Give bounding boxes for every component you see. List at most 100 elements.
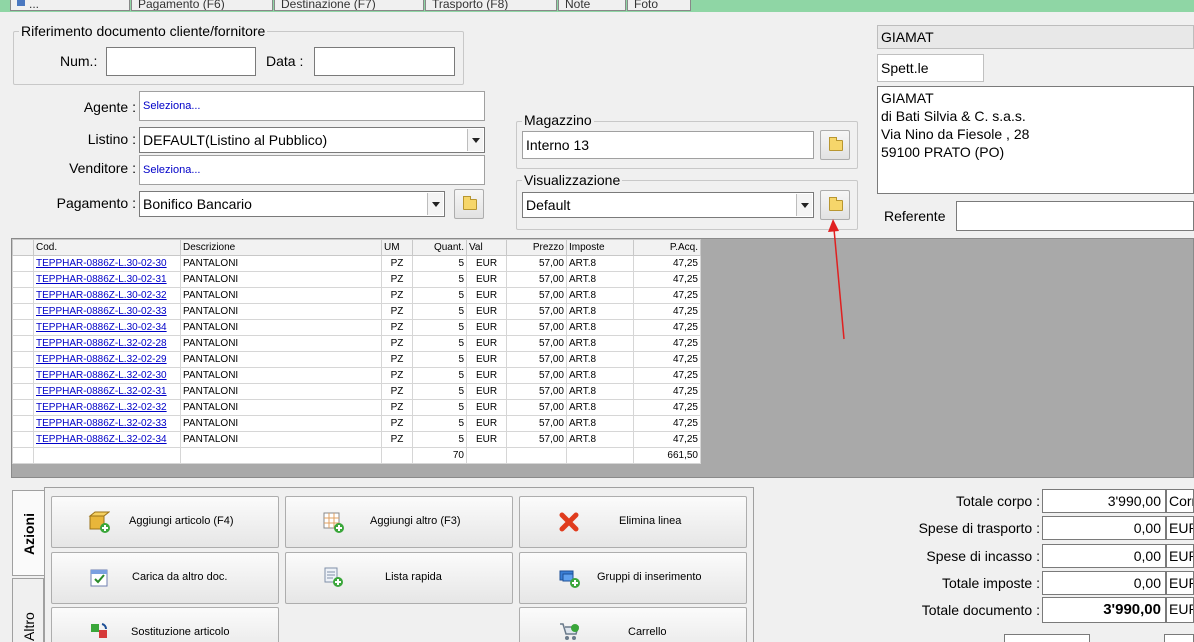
cell-cod[interactable]: TEPPHAR-0886Z-L.32-02-28: [33, 335, 181, 352]
tab-note[interactable]: Note: [558, 0, 626, 11]
insert-groups-button[interactable]: Gruppi di inserimento: [519, 552, 747, 604]
totale-documento-value: 3'990,00: [1042, 597, 1166, 623]
cell-cod[interactable]: TEPPHAR-0886Z-L.30-02-31: [33, 271, 181, 288]
salutation-field[interactable]: Spett.le: [877, 54, 984, 82]
tab-azioni[interactable]: Azioni: [12, 490, 44, 576]
cell-cod[interactable]: TEPPHAR-0886Z-L.30-02-32: [33, 287, 181, 304]
row-selector[interactable]: [12, 303, 34, 320]
chevron-down-icon[interactable]: [796, 194, 812, 216]
table-row[interactable]: TEPPHAR-0886Z-L.30-02-31 PANTALONI PZ 5 EUR 5…: [12, 271, 701, 288]
row-selector[interactable]: [12, 271, 34, 288]
row-selector[interactable]: [12, 255, 34, 272]
cell-cod[interactable]: TEPPHAR-0886Z-L.32-02-30: [33, 367, 181, 384]
cell-cod[interactable]: TEPPHAR-0886Z-L.32-02-33: [33, 415, 181, 432]
num-input[interactable]: [106, 47, 256, 76]
table-row[interactable]: TEPPHAR-0886Z-L.30-02-30 PANTALONI PZ 5 EUR 5…: [12, 255, 701, 272]
row-selector[interactable]: [12, 431, 34, 448]
row-selector[interactable]: [12, 367, 34, 384]
table-row[interactable]: TEPPHAR-0886Z-L.32-02-28 PANTALONI PZ 5 EUR 5…: [12, 335, 701, 352]
listino-value: DEFAULT(Listino al Pubblico): [143, 132, 328, 148]
cell-cod[interactable]: TEPPHAR-0886Z-L.30-02-33: [33, 303, 181, 320]
row-selector[interactable]: [12, 335, 34, 352]
row-selector[interactable]: [12, 415, 34, 432]
cell-cod[interactable]: TEPPHAR-0886Z-L.32-02-29: [33, 351, 181, 368]
cell-pacq: 47,25: [633, 335, 701, 352]
row-selector[interactable]: [12, 399, 34, 416]
magazzino-browse-button[interactable]: [820, 130, 850, 160]
cell-um: PZ: [381, 399, 413, 416]
cell-cod[interactable]: TEPPHAR-0886Z-L.32-02-32: [33, 399, 181, 416]
cell-cod[interactable]: TEPPHAR-0886Z-L.30-02-34: [33, 319, 181, 336]
row-selector-header: [12, 239, 34, 256]
chevron-down-icon[interactable]: [427, 193, 443, 215]
col-cod[interactable]: Cod.: [33, 239, 181, 256]
agente-selector[interactable]: Seleziona...: [139, 91, 485, 121]
col-pacq[interactable]: P.Acq.: [633, 239, 701, 256]
spese-trasporto-value[interactable]: 0,00: [1042, 516, 1166, 540]
table-row[interactable]: TEPPHAR-0886Z-L.32-02-32 PANTALONI PZ 5 EUR 5…: [12, 399, 701, 416]
cell-prezzo: 57,00: [506, 351, 567, 368]
data-label: Data :: [266, 53, 304, 69]
load-from-doc-button[interactable]: Carica da altro doc.: [51, 552, 279, 604]
cell-val: EUR: [466, 335, 507, 352]
extra-field-2[interactable]: [1164, 634, 1194, 642]
visualizzazione-select[interactable]: Default: [522, 192, 814, 218]
tab-label: Trasporto (F8): [432, 0, 509, 11]
cell-quant: 5: [412, 399, 467, 416]
cell-quant: 5: [412, 287, 467, 304]
magazzino-input[interactable]: Interno 13: [522, 131, 814, 159]
add-other-button[interactable]: Aggiungi altro (F3): [285, 496, 513, 548]
tab-pagamento[interactable]: Pagamento (F6): [131, 0, 273, 11]
table-row[interactable]: TEPPHAR-0886Z-L.30-02-34 PANTALONI PZ 5 EUR 5…: [12, 319, 701, 336]
table-row[interactable]: TEPPHAR-0886Z-L.32-02-30 PANTALONI PZ 5 EUR 5…: [12, 367, 701, 384]
col-um[interactable]: UM: [381, 239, 413, 256]
quick-list-button[interactable]: Lista rapida: [285, 552, 513, 604]
cell-cod[interactable]: TEPPHAR-0886Z-L.30-02-30: [33, 255, 181, 272]
row-selector[interactable]: [12, 383, 34, 400]
tab-trasporto[interactable]: Trasporto (F8): [425, 0, 557, 11]
cart-button[interactable]: Carrello: [519, 607, 747, 642]
col-quant[interactable]: Quant.: [412, 239, 467, 256]
table-row[interactable]: TEPPHAR-0886Z-L.32-02-33 PANTALONI PZ 5 EUR 5…: [12, 415, 701, 432]
pagamento-browse-button[interactable]: [454, 189, 484, 219]
col-imposte[interactable]: Imposte: [566, 239, 634, 256]
spese-incasso-unit[interactable]: EUR: [1166, 544, 1194, 568]
pagamento-select[interactable]: Bonifico Bancario: [139, 191, 445, 217]
chevron-down-icon[interactable]: [467, 129, 483, 151]
row-selector[interactable]: [12, 351, 34, 368]
cell-cod[interactable]: TEPPHAR-0886Z-L.32-02-34: [33, 431, 181, 448]
extra-field[interactable]: [1004, 634, 1090, 642]
address-textarea[interactable]: GIAMAT di Bati Silvia & C. s.a.s. Via Ni…: [877, 86, 1194, 194]
replace-article-button[interactable]: Sostituzione articolo: [51, 607, 279, 642]
tab-destinazione[interactable]: Destinazione (F7): [274, 0, 424, 11]
totale-documento-unit[interactable]: EUR: [1166, 597, 1194, 623]
add-article-button[interactable]: Aggiungi articolo (F4): [51, 496, 279, 548]
cell-um: PZ: [381, 383, 413, 400]
tab-altro[interactable]: Altro: [12, 578, 44, 642]
totale-corpo-unit[interactable]: Corr: [1166, 489, 1194, 513]
col-val[interactable]: Val: [466, 239, 507, 256]
table-row[interactable]: TEPPHAR-0886Z-L.32-02-31 PANTALONI PZ 5 EUR 5…: [12, 383, 701, 400]
table-row[interactable]: TEPPHAR-0886Z-L.30-02-33 PANTALONI PZ 5 EUR 5…: [12, 303, 701, 320]
tab-foto[interactable]: Foto: [627, 0, 691, 11]
table-row[interactable]: TEPPHAR-0886Z-L.32-02-34 PANTALONI PZ 5 EUR 5…: [12, 431, 701, 448]
row-selector[interactable]: [12, 319, 34, 336]
row-selector[interactable]: [12, 287, 34, 304]
spese-incasso-value[interactable]: 0,00: [1042, 544, 1166, 568]
cell-val: EUR: [466, 255, 507, 272]
spese-trasporto-unit[interactable]: EUR: [1166, 516, 1194, 540]
table-row[interactable]: TEPPHAR-0886Z-L.30-02-32 PANTALONI PZ 5 EUR 5…: [12, 287, 701, 304]
col-prezzo[interactable]: Prezzo: [506, 239, 567, 256]
referente-input[interactable]: [956, 201, 1194, 231]
cell-cod[interactable]: TEPPHAR-0886Z-L.32-02-31: [33, 383, 181, 400]
col-descrizione[interactable]: Descrizione: [180, 239, 382, 256]
tab-righe[interactable]: ...: [10, 0, 130, 11]
cell-pacq: 47,25: [633, 351, 701, 368]
cell-prezzo: 57,00: [506, 303, 567, 320]
totale-imposte-unit[interactable]: EUR: [1166, 571, 1194, 595]
venditore-selector[interactable]: Seleziona...: [139, 155, 485, 185]
delete-line-button[interactable]: Elimina linea: [519, 496, 747, 548]
table-row[interactable]: TEPPHAR-0886Z-L.32-02-29 PANTALONI PZ 5 EUR 5…: [12, 351, 701, 368]
data-input[interactable]: [314, 47, 455, 76]
listino-select[interactable]: DEFAULT(Listino al Pubblico): [139, 127, 485, 153]
